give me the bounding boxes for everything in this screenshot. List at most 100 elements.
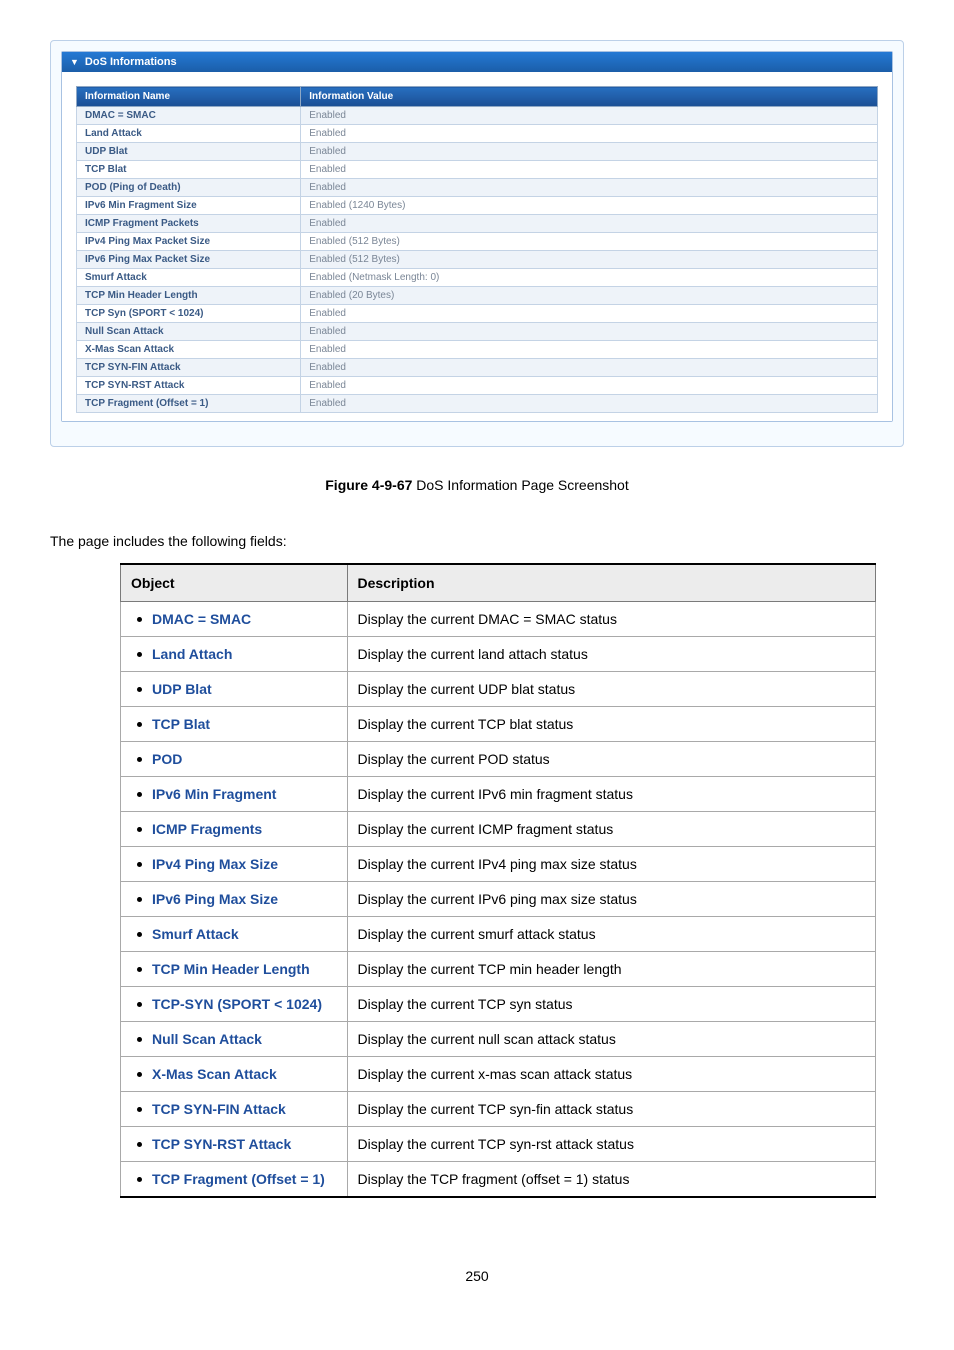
panel-header[interactable]: ▼ DoS Informations (62, 52, 892, 72)
desc-object-label: X-Mas Scan Attack (152, 1066, 277, 1082)
desc-object-cell: TCP Blat (121, 707, 348, 742)
info-table: Information Name Information Value DMAC … (76, 86, 878, 413)
info-name: DMAC = SMAC (77, 107, 301, 125)
desc-object-cell: POD (121, 742, 348, 777)
desc-object-label: TCP Min Header Length (152, 961, 310, 977)
desc-object-label: IPv6 Min Fragment (152, 786, 276, 802)
desc-row: PODDisplay the current POD status (121, 742, 876, 777)
info-value: Enabled (512 Bytes) (301, 233, 878, 251)
info-name: TCP Min Header Length (77, 287, 301, 305)
desc-description-cell: Display the current x-mas scan attack st… (347, 1057, 876, 1092)
desc-object-cell: TCP-SYN (SPORT < 1024) (121, 987, 348, 1022)
desc-row: IPv6 Min FragmentDisplay the current IPv… (121, 777, 876, 812)
info-value: Enabled (512 Bytes) (301, 251, 878, 269)
info-row: TCP Syn (SPORT < 1024)Enabled (77, 305, 878, 323)
bullet-icon (137, 1037, 142, 1042)
description-table: Object Description DMAC = SMACDisplay th… (120, 563, 876, 1198)
desc-object-cell: TCP Fragment (Offset = 1) (121, 1162, 348, 1198)
info-row: POD (Ping of Death)Enabled (77, 179, 878, 197)
info-value: Enabled (301, 215, 878, 233)
desc-row: ICMP Fragments Display the current ICMP f… (121, 812, 876, 847)
desc-row: TCP SYN-RST Attack Display the current TC… (121, 1127, 876, 1162)
info-value: Enabled (301, 125, 878, 143)
desc-object-cell: Null Scan Attack (121, 1022, 348, 1057)
bullet-icon (137, 722, 142, 727)
desc-object-cell: IPv4 Ping Max Size (121, 847, 348, 882)
info-name: TCP Syn (SPORT < 1024) (77, 305, 301, 323)
desc-object-label: Smurf Attack (152, 926, 239, 942)
info-value: Enabled (301, 359, 878, 377)
caption-text: DoS Information Page Screenshot (412, 477, 628, 493)
info-name: TCP SYN-FIN Attack (77, 359, 301, 377)
page-number: 250 (50, 1268, 904, 1284)
desc-object-cell: UDP Blat (121, 672, 348, 707)
caption-prefix: Figure 4-9-67 (325, 477, 412, 493)
bullet-icon (137, 932, 142, 937)
desc-object-cell: DMAC = SMAC (121, 602, 348, 637)
info-row: Null Scan AttackEnabled (77, 323, 878, 341)
info-name: ICMP Fragment Packets (77, 215, 301, 233)
desc-object-label: ICMP Fragments (152, 821, 262, 837)
info-value: Enabled (301, 179, 878, 197)
screenshot-card: ▼ DoS Informations Information Name Info… (50, 40, 904, 447)
desc-object-cell: IPv6 Ping Max Size (121, 882, 348, 917)
info-row: TCP Fragment (Offset = 1)Enabled (77, 395, 878, 413)
info-name: IPv6 Min Fragment Size (77, 197, 301, 215)
desc-row: IPv6 Ping Max SizeDisplay the current IP… (121, 882, 876, 917)
bullet-icon (137, 652, 142, 657)
info-col-name: Information Name (77, 87, 301, 107)
info-name: UDP Blat (77, 143, 301, 161)
desc-description-cell: Display the current land attach status (347, 637, 876, 672)
desc-row: TCP-SYN (SPORT < 1024)Display the curren… (121, 987, 876, 1022)
info-value: Enabled (Netmask Length: 0) (301, 269, 878, 287)
desc-description-cell: Display the current ICMP fragment status (347, 812, 876, 847)
bullet-icon (137, 827, 142, 832)
bullet-icon (137, 1072, 142, 1077)
desc-col-object: Object (121, 564, 348, 602)
info-col-value: Information Value (301, 87, 878, 107)
info-value: Enabled (301, 395, 878, 413)
desc-object-label: TCP Fragment (Offset = 1) (152, 1171, 325, 1187)
info-row: X-Mas Scan AttackEnabled (77, 341, 878, 359)
desc-object-label: Null Scan Attack (152, 1031, 262, 1047)
dos-info-panel: ▼ DoS Informations Information Name Info… (61, 51, 893, 422)
desc-row: DMAC = SMAC Display the current DMAC = SM… (121, 602, 876, 637)
info-name: Land Attack (77, 125, 301, 143)
desc-object-label: TCP SYN-RST Attack (152, 1136, 291, 1152)
info-row: DMAC = SMACEnabled (77, 107, 878, 125)
info-name: Smurf Attack (77, 269, 301, 287)
bullet-icon (137, 1142, 142, 1147)
info-name: TCP Blat (77, 161, 301, 179)
info-row: TCP BlatEnabled (77, 161, 878, 179)
info-value: Enabled (301, 305, 878, 323)
desc-description-cell: Display the current TCP syn-fin attack s… (347, 1092, 876, 1127)
bullet-icon (137, 1002, 142, 1007)
desc-description-cell: Display the current smurf attack status (347, 917, 876, 952)
lead-text: The page includes the following fields: (50, 533, 904, 549)
desc-description-cell: Display the current IPv6 ping max size s… (347, 882, 876, 917)
info-row: IPv6 Min Fragment SizeEnabled (1240 Byte… (77, 197, 878, 215)
info-name: TCP Fragment (Offset = 1) (77, 395, 301, 413)
desc-row: Smurf Attack Display the current smurf at… (121, 917, 876, 952)
info-row: IPv6 Ping Max Packet SizeEnabled (512 By… (77, 251, 878, 269)
desc-object-label: TCP-SYN (SPORT < 1024) (152, 996, 322, 1012)
desc-row: Land AttachDisplay the current land atta… (121, 637, 876, 672)
desc-description-cell: Display the current TCP syn-rst attack s… (347, 1127, 876, 1162)
desc-object-label: TCP Blat (152, 716, 210, 732)
panel-body: Information Name Information Value DMAC … (62, 72, 892, 421)
info-name: Null Scan Attack (77, 323, 301, 341)
desc-description-cell: Display the current TCP blat status (347, 707, 876, 742)
desc-description-cell: Display the current DMAC = SMAC status (347, 602, 876, 637)
info-name: POD (Ping of Death) (77, 179, 301, 197)
desc-row: TCP Blat Display the current TCP blat sta… (121, 707, 876, 742)
desc-object-cell: IPv6 Min Fragment (121, 777, 348, 812)
info-row: TCP SYN-FIN AttackEnabled (77, 359, 878, 377)
info-value: Enabled (301, 161, 878, 179)
info-value: Enabled (301, 341, 878, 359)
desc-object-cell: TCP SYN-RST Attack (121, 1127, 348, 1162)
bullet-icon (137, 617, 142, 622)
desc-row: TCP SYN-FIN AttackDisplay the current TC… (121, 1092, 876, 1127)
info-row: Land AttackEnabled (77, 125, 878, 143)
desc-object-label: DMAC = SMAC (152, 611, 251, 627)
collapse-icon[interactable]: ▼ (70, 57, 79, 67)
